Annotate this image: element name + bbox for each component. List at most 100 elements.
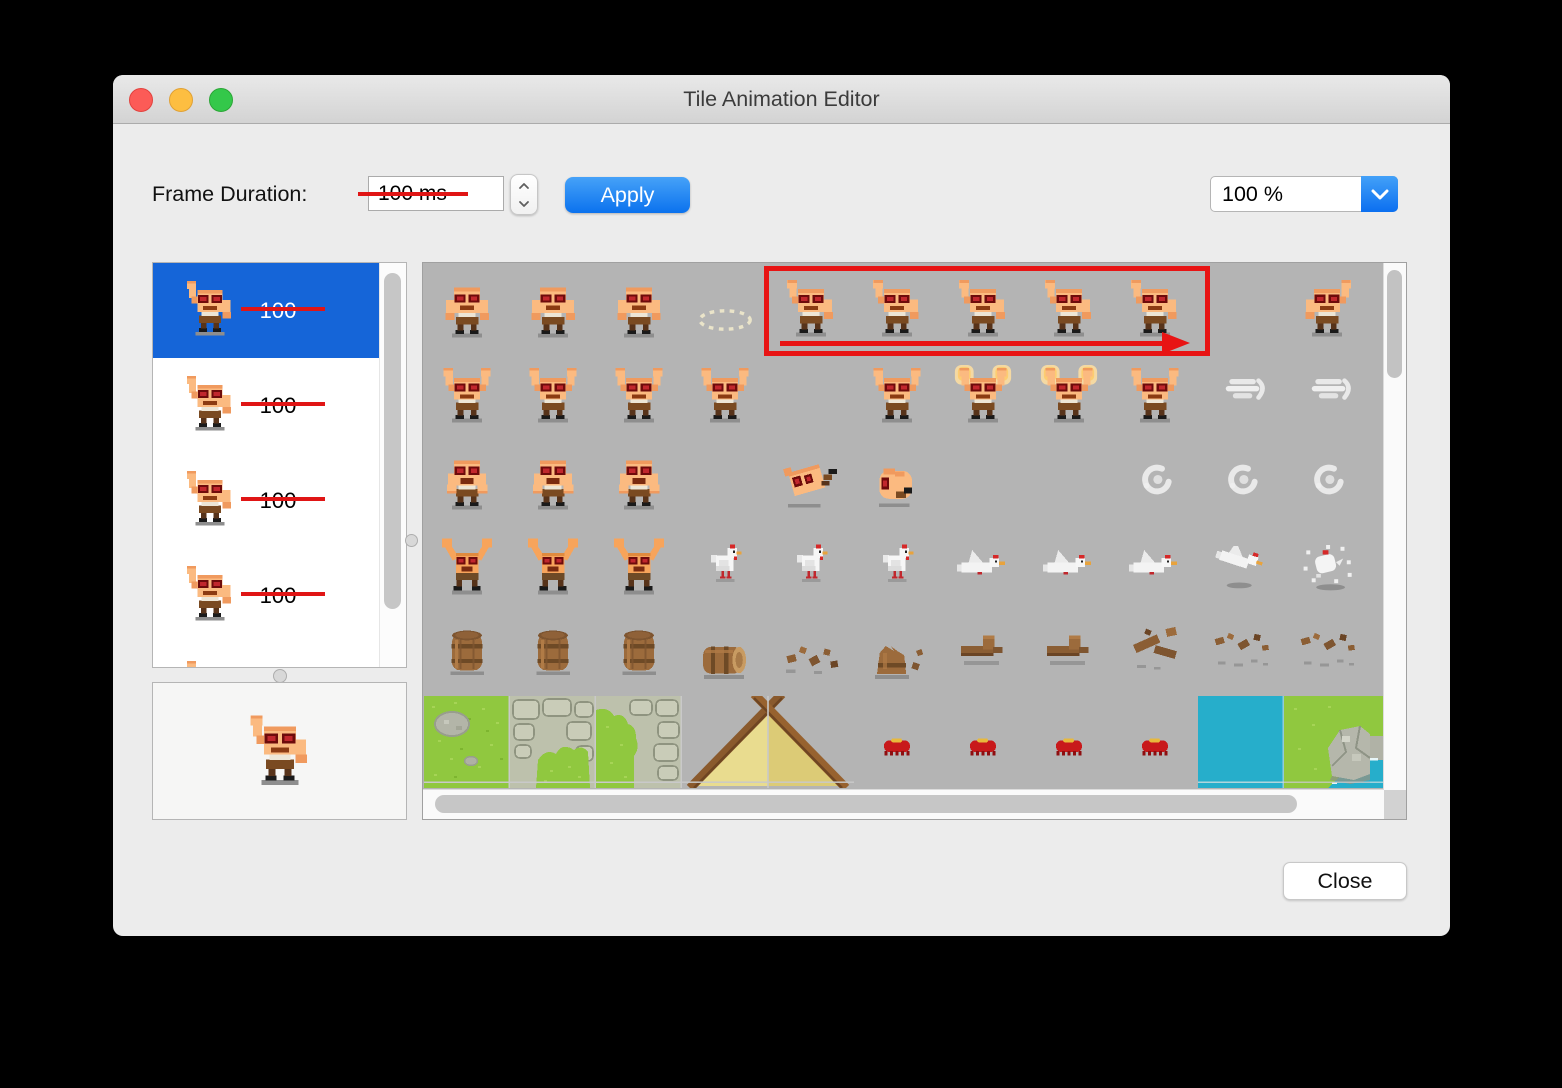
sprite-smoke-dash[interactable] — [1224, 376, 1270, 401]
sprite-char-raise-flip[interactable] — [1297, 278, 1357, 340]
frame-list-items: 100100100100100 — [153, 263, 380, 667]
sprite-tile-sliver[interactable] — [1370, 696, 1383, 788]
frame-list-item[interactable]: 100 — [153, 358, 380, 453]
frame-list-item[interactable]: 100 — [153, 453, 380, 548]
sprite-char-raise — [181, 469, 239, 529]
frame-list[interactable]: 100100100100100 — [152, 262, 407, 668]
sprite-tile-water[interactable] — [1198, 696, 1284, 788]
sprite-wood-fly[interactable] — [1127, 624, 1183, 672]
chevron-up-icon — [519, 182, 529, 189]
sprite-char-raise — [181, 564, 239, 624]
sprite-char-raise — [181, 279, 239, 339]
sprite-barrel[interactable] — [532, 626, 574, 675]
annotation-strikethrough — [241, 497, 325, 501]
close-button[interactable]: Close — [1283, 862, 1407, 900]
sprite-char-stand[interactable] — [609, 280, 669, 340]
sprite-char-fall[interactable] — [782, 458, 840, 508]
sprite-wood-scatter[interactable] — [1297, 630, 1357, 670]
sprite-char-cheer[interactable] — [867, 364, 927, 426]
sprite-char-cheer-glow[interactable] — [953, 364, 1013, 426]
sprite-chicken[interactable] — [793, 542, 831, 583]
splitter-handle-bottom[interactable] — [273, 669, 287, 683]
sprite-smoke-puff[interactable] — [1308, 462, 1350, 497]
stepper-up-button[interactable] — [511, 176, 537, 195]
sprite-bug[interactable] — [1052, 736, 1086, 756]
sprite-barrel[interactable] — [446, 626, 488, 675]
sprite-char-fists[interactable] — [437, 452, 497, 512]
sprite-char-fists[interactable] — [523, 452, 583, 512]
sprite-char-stand[interactable] — [437, 280, 497, 340]
sprite-bird[interactable] — [1042, 550, 1096, 579]
sprite-tile-grass-rock[interactable] — [1284, 696, 1370, 788]
scrollbar-corner — [1384, 790, 1406, 819]
sprite-smoke-dash[interactable] — [1310, 376, 1356, 401]
sprite-char-stand[interactable] — [523, 280, 583, 340]
sprite-tile-tent[interactable] — [682, 696, 854, 788]
sprite-bug[interactable] — [880, 736, 914, 756]
sprite-char-ypose[interactable] — [523, 536, 583, 598]
tileset-vertical-scrollbar[interactable] — [1383, 263, 1406, 790]
sprite-char-cheer[interactable] — [523, 364, 583, 426]
frame-list-scrollbar[interactable] — [379, 263, 406, 667]
tileset-horizontal-scrollbar[interactable] — [423, 789, 1384, 819]
sprite-wood-scatter[interactable] — [1211, 630, 1271, 670]
title-bar[interactable]: Tile Animation Editor — [113, 75, 1450, 124]
annotation-arrow — [780, 341, 1164, 346]
sprite-char-cheer[interactable] — [437, 364, 497, 426]
sprite-debris-bits[interactable] — [781, 640, 841, 676]
frame-list-item[interactable]: 100 — [153, 548, 380, 643]
sprite-char-cheer[interactable] — [695, 364, 755, 426]
tileset-view — [422, 262, 1407, 820]
sprite-wood[interactable] — [1042, 632, 1096, 666]
window-title: Tile Animation Editor — [683, 87, 880, 111]
sprite-char-cheer[interactable] — [609, 364, 669, 426]
sprite-wood[interactable] — [956, 632, 1010, 666]
sprite-smoke-puff[interactable] — [1136, 462, 1178, 497]
sprite-chicken[interactable] — [707, 542, 745, 583]
sprite-char-raise — [181, 374, 239, 434]
preview-sprite — [243, 713, 317, 789]
sprite-barrel-broken[interactable] — [869, 636, 925, 680]
sprite-barrel-tipped[interactable] — [700, 640, 750, 680]
annotation-strikethrough — [241, 402, 325, 406]
sprite-char-cheer[interactable] — [1125, 364, 1185, 426]
sprite-bird[interactable] — [1128, 550, 1182, 579]
chevron-down-icon — [519, 200, 529, 207]
sprite-bird[interactable] — [956, 550, 1010, 579]
annotation-arrow-head — [1162, 332, 1190, 354]
annotation-strikethrough — [241, 307, 325, 311]
sprite-char-roll[interactable] — [872, 462, 922, 508]
vertical-scroll-thumb[interactable] — [1387, 270, 1402, 378]
sprite-tile-stone-a[interactable] — [510, 696, 596, 788]
splitter-handle-right[interactable] — [405, 534, 418, 547]
sprite-char-fists[interactable] — [609, 452, 669, 512]
sprite-feather-burst[interactable] — [1300, 544, 1354, 591]
zoom-select[interactable]: 100 % — [1210, 176, 1398, 212]
sprite-char-raise — [181, 659, 239, 667]
sprite-chicken[interactable] — [879, 542, 917, 583]
sprite-smoke-puff[interactable] — [1222, 462, 1264, 497]
sprite-tile-stone-b[interactable] — [596, 696, 682, 788]
sprite-char-cheer-glow[interactable] — [1039, 364, 1099, 426]
sprite-char-ypose[interactable] — [437, 536, 497, 598]
sprite-tile-grass[interactable] — [424, 696, 510, 788]
tile-animation-editor-window: Tile Animation Editor Frame Duration: Ap… — [113, 75, 1450, 936]
frame-duration-label: Frame Duration: — [152, 182, 308, 206]
sprite-bug[interactable] — [1138, 736, 1172, 756]
sprite-bird-swoop[interactable] — [1214, 546, 1268, 589]
sprite-dust-ring[interactable] — [696, 308, 754, 332]
sprite-char-ypose[interactable] — [609, 536, 669, 598]
horizontal-scroll-thumb[interactable] — [435, 795, 1297, 813]
frame-list-scroll-thumb[interactable] — [384, 273, 401, 609]
sprite-barrel[interactable] — [618, 626, 660, 675]
annotation-strikethrough-input — [358, 192, 468, 197]
zoom-select-button[interactable] — [1361, 176, 1398, 212]
chevron-down-icon — [1371, 189, 1388, 199]
sprite-bug[interactable] — [966, 736, 1000, 756]
frame-list-item[interactable]: 100 — [153, 263, 380, 358]
zoom-select-value: 100 % — [1222, 182, 1283, 206]
stepper-down-button[interactable] — [511, 194, 537, 213]
frame-list-item[interactable]: 100 — [153, 643, 380, 667]
apply-button[interactable]: Apply — [565, 177, 690, 213]
tileset-canvas[interactable] — [423, 263, 1384, 790]
